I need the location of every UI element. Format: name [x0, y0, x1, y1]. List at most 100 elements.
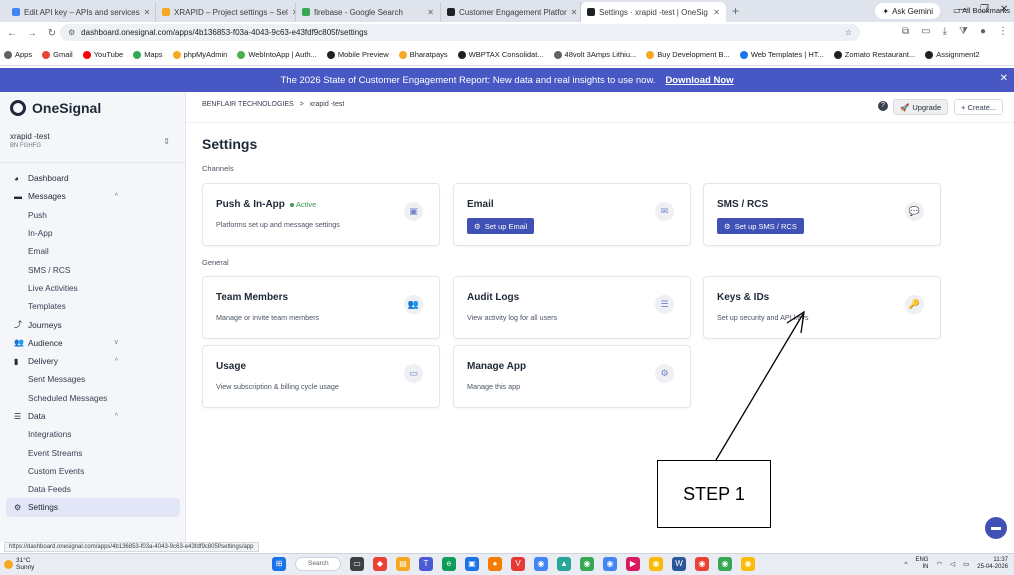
chrome-profile-icon[interactable]: ◉ — [649, 557, 663, 571]
download-now-link[interactable]: Download Now — [665, 75, 733, 86]
volume-icon[interactable]: ◁ — [950, 560, 955, 568]
bookmark-item[interactable]: Bharatpays — [398, 50, 448, 59]
chevron-icon[interactable]: ^ — [115, 193, 118, 200]
extensions-icon[interactable]: ⧉ — [902, 26, 909, 37]
chrome-icon[interactable]: ◉ — [534, 557, 548, 571]
windows-start-icon[interactable]: ⊞ — [272, 557, 286, 571]
bookmark-item[interactable]: Assignment2 — [925, 50, 980, 59]
browser-tab[interactable]: Settings · xrapid -test | OneSig ✕ — [581, 2, 726, 22]
chrome-profile-icon[interactable]: ◉ — [580, 557, 594, 571]
usage-card[interactable]: Usage View subscription & billing cycle … — [202, 345, 440, 408]
all-bookmarks[interactable]: ▭ All Bookmarks — [953, 6, 1010, 15]
chrome-profile-icon[interactable]: ◉ — [695, 557, 709, 571]
bookmark-item[interactable]: YouTube — [82, 50, 123, 59]
taskbar-search[interactable]: Search — [295, 557, 341, 571]
sidebar-item-data-feeds[interactable]: Data Feeds — [0, 480, 186, 498]
sms-rcs-card[interactable]: SMS / RCS ⚙ Set up SMS / RCS 💬 — [703, 183, 941, 246]
sidebar-item-settings[interactable]: ⚙ Settings — [6, 498, 180, 517]
manage-app-card[interactable]: Manage App Manage this app ⚙ — [453, 345, 691, 408]
address-bar[interactable]: ⚙ dashboard.onesignal.com/apps/4b136853-… — [60, 24, 860, 41]
download-icon[interactable]: ⤓ — [943, 26, 947, 37]
new-tab-icon[interactable]: + — [732, 4, 739, 18]
sidebar-item-event-streams[interactable]: Event Streams — [0, 443, 186, 461]
bookmark-item[interactable]: Maps — [133, 50, 163, 59]
firefox-icon[interactable]: ● — [488, 557, 502, 571]
audit-logs-card[interactable]: Audit Logs View activity log for all use… — [453, 276, 691, 339]
bookmark-item[interactable]: Gmail — [42, 50, 73, 59]
sidebar-item-audience[interactable]: 👥 Audience v — [0, 334, 186, 352]
app-icon[interactable]: ▲ — [557, 557, 571, 571]
push-inapp-card[interactable]: Push & In-App Active Platforms set up an… — [202, 183, 440, 246]
onesignal-logo[interactable]: OneSignal — [10, 100, 101, 116]
sidebar-item-in-app[interactable]: In-App — [0, 224, 186, 242]
bookmark-item[interactable]: WebIntoApp | Auth... — [237, 50, 317, 59]
bookmark-item[interactable]: Buy Development B... — [646, 50, 730, 59]
breadcrumb-app[interactable]: xrapid -test — [310, 101, 345, 108]
menu-icon[interactable]: ⋮ — [998, 26, 1008, 37]
app-selector[interactable]: xrapid -test BN FGHFG ⇕ — [10, 132, 176, 149]
forward-icon[interactable]: → — [26, 28, 38, 39]
sidebar-item-delivery[interactable]: ▮ Delivery ^ — [0, 352, 186, 370]
banner-close-icon[interactable]: ✕ — [1000, 73, 1008, 84]
sidebar-item-integrations[interactable]: Integrations — [0, 425, 186, 443]
tab-close-icon[interactable]: ✕ — [144, 8, 151, 17]
copilot-icon[interactable]: ◆ — [373, 557, 387, 571]
vivaldi-icon[interactable]: V — [511, 557, 525, 571]
task-view-icon[interactable]: ▭ — [350, 557, 364, 571]
sidebar-item-dashboard[interactable]: ◕ Dashboard — [0, 169, 186, 187]
sidebar-item-sent-messages[interactable]: Sent Messages — [0, 370, 186, 388]
bookmark-item[interactable]: Web Templates | HT... — [739, 50, 824, 59]
tab-close-icon[interactable]: ✕ — [427, 8, 434, 17]
bookmark-item[interactable]: WBPTAX Consolidat... — [457, 50, 544, 59]
edge-icon[interactable]: e — [442, 557, 456, 571]
sidebar-item-messages[interactable]: ▬ Messages ^ — [0, 187, 186, 205]
tray-chevron-icon[interactable]: ^ — [904, 561, 907, 568]
upgrade-button[interactable]: 🚀 Upgrade — [893, 99, 949, 115]
bookmark-item[interactable]: phpMyAdmin — [172, 50, 227, 59]
media-icon[interactable]: ▶ — [626, 557, 640, 571]
sidebar-item-data[interactable]: ☰ Data ^ — [0, 407, 186, 425]
word-icon[interactable]: W — [672, 557, 686, 571]
setup-email-button[interactable]: ⚙ Set up Email — [467, 218, 535, 234]
keys-ids-card[interactable]: Keys & IDs Set up security and API keys … — [703, 276, 941, 339]
setup-sms-button[interactable]: ⚙ Set up SMS / RCS — [717, 218, 804, 234]
site-info-icon[interactable]: ⚙ — [68, 28, 75, 37]
browser-tab[interactable]: firebase - Google Search ✕ — [296, 2, 441, 22]
bookmark-item[interactable]: Mobile Preview — [326, 50, 389, 59]
language-indicator[interactable]: ENG IN — [915, 557, 928, 571]
sidebar-item-email[interactable]: Email — [0, 242, 186, 260]
browser-tab[interactable]: XRAPID – Project settings – Sel✕ — [156, 2, 296, 22]
bookmark-item[interactable]: 48volt 3Amps Lithiu... — [553, 50, 636, 59]
back-icon[interactable]: ← — [6, 28, 18, 39]
chevron-icon[interactable]: v — [115, 339, 119, 346]
browser-tab[interactable]: Customer Engagement Platfor ✕ — [441, 2, 581, 22]
support-chat-icon[interactable]: ▬ — [985, 517, 1007, 539]
tab-close-icon[interactable]: ✕ — [713, 8, 720, 17]
file-explorer-icon[interactable]: ▤ — [396, 557, 410, 571]
bookmark-item[interactable]: Apps — [4, 50, 32, 59]
wifi-icon[interactable]: ◠ — [936, 560, 942, 568]
create-button[interactable]: + Create... — [954, 99, 1004, 115]
extension-icon[interactable]: ⧩ — [959, 26, 968, 37]
bookmark-star-icon[interactable]: ☆ — [845, 28, 852, 37]
sidebar-item-live-activities[interactable]: Live Activities — [0, 279, 186, 297]
bookmark-item[interactable]: Zomato Restaurant... — [833, 50, 915, 59]
sidebar-item-custom-events[interactable]: Custom Events — [0, 462, 186, 480]
chrome-profile-icon[interactable]: ◉ — [741, 557, 755, 571]
tab-close-icon[interactable]: ✕ — [571, 8, 578, 17]
sidebar-item-templates[interactable]: Templates — [0, 297, 186, 315]
sidebar-item-sms-rcs[interactable]: SMS / RCS — [0, 260, 186, 278]
reload-icon[interactable]: ↻ — [46, 28, 58, 39]
chevron-icon[interactable]: ^ — [115, 358, 118, 365]
help-icon[interactable]: ? — [878, 101, 888, 111]
email-card[interactable]: Email ⚙ Set up Email ✉ — [453, 183, 691, 246]
sidebar-item-push[interactable]: Push — [0, 206, 186, 224]
profile-icon[interactable]: ● — [980, 26, 986, 37]
sidebar-item-scheduled-messages[interactable]: Scheduled Messages — [0, 389, 186, 407]
battery-icon[interactable]: ▭ — [963, 560, 969, 568]
weather-widget[interactable]: 31°C Sunny — [16, 557, 34, 571]
store-icon[interactable]: ▣ — [465, 557, 479, 571]
ask-gemini-button[interactable]: ✦ Ask Gemini — [875, 3, 940, 19]
chrome-profile-icon[interactable]: ◉ — [603, 557, 617, 571]
clock[interactable]: 11:37 25-04-2026 — [977, 557, 1008, 571]
